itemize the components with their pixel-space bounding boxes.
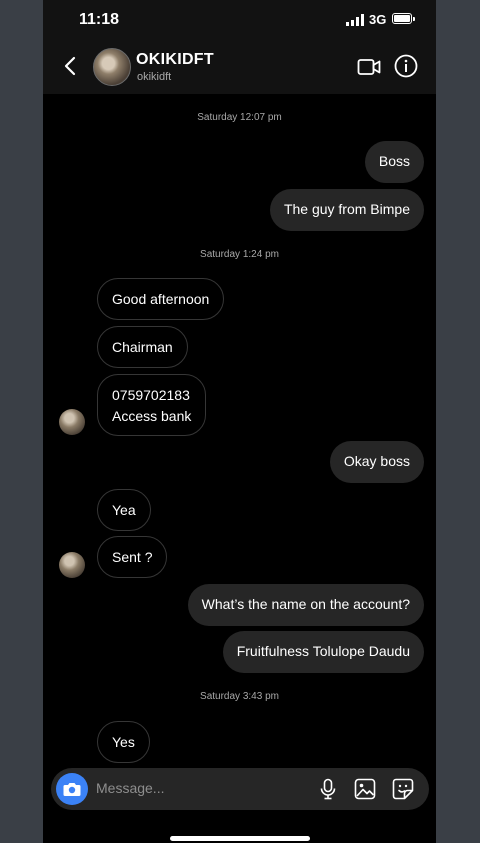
- message-sent[interactable]: Fruitfulness Tolulope Daudu: [222, 631, 424, 673]
- message-sent[interactable]: Boss: [364, 141, 424, 183]
- message-sent[interactable]: Okay boss: [329, 441, 424, 483]
- info-icon[interactable]: [394, 54, 418, 78]
- contact-username[interactable]: okikidft: [137, 71, 171, 83]
- video-camera-icon[interactable]: [357, 56, 381, 78]
- sender-avatar[interactable]: [59, 409, 85, 435]
- message-received[interactable]: Good afternoon: [97, 278, 225, 320]
- sticker-icon[interactable]: [391, 777, 415, 801]
- avatar[interactable]: [93, 48, 131, 86]
- message-line: 0759702183: [112, 387, 190, 403]
- timestamp: Saturday 1:24 pm: [200, 249, 279, 260]
- timestamp: Saturday 12:07 pm: [197, 112, 282, 123]
- status-bar: 11:18 3G: [43, 0, 436, 38]
- chat-header: OKIKIDFT okikidft: [43, 38, 436, 94]
- phone-screen: 11:18 3G OKIKIDFT okikidft Saturday 12:0…: [43, 0, 436, 843]
- sender-avatar[interactable]: [59, 552, 85, 578]
- message-composer[interactable]: Message...: [51, 768, 429, 810]
- message-input[interactable]: Message...: [96, 780, 164, 796]
- camera-button[interactable]: [56, 773, 88, 805]
- message-received[interactable]: 0759702183 Access bank: [97, 374, 207, 436]
- status-time: 11:18: [79, 11, 120, 28]
- message-received[interactable]: Chairman: [97, 326, 188, 368]
- contact-name[interactable]: OKIKIDFT: [136, 51, 214, 69]
- message-sent[interactable]: The guy from Bimpe: [269, 189, 424, 231]
- microphone-icon[interactable]: [316, 777, 340, 801]
- message-received[interactable]: Yea: [97, 489, 151, 531]
- message-received[interactable]: Yes: [97, 721, 150, 763]
- home-indicator[interactable]: [170, 836, 310, 841]
- message-sent[interactable]: What’s the name on the account?: [187, 584, 424, 626]
- gallery-icon[interactable]: [353, 777, 377, 801]
- signal-icon: [346, 14, 364, 26]
- message-line: Access bank: [112, 408, 192, 424]
- chevron-left-icon[interactable]: [59, 54, 81, 78]
- camera-icon: [63, 783, 81, 796]
- timestamp: Saturday 3:43 pm: [200, 691, 279, 702]
- battery-icon: [392, 13, 415, 24]
- message-received[interactable]: Sent ?: [97, 536, 168, 578]
- network-type: 3G: [369, 12, 387, 27]
